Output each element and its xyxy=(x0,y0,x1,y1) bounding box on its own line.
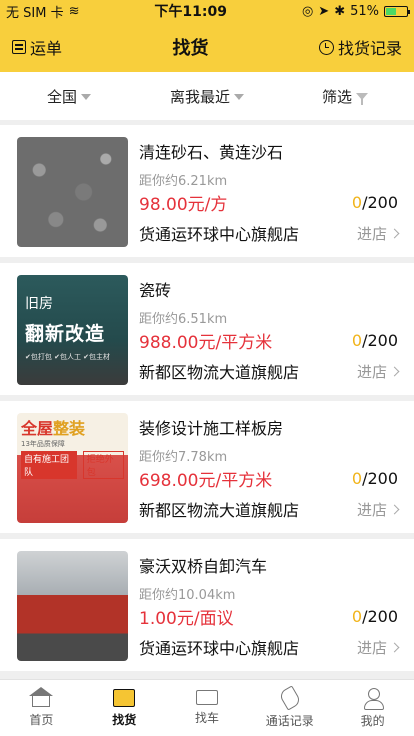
image-text: 旧房 xyxy=(25,296,53,312)
goods-stock: 0/200 xyxy=(351,607,398,626)
tab-call-log-label: 通话记录 xyxy=(265,713,314,728)
filter-distance-label: 离我最近 xyxy=(169,87,230,106)
waybill-label: 运单 xyxy=(30,39,63,58)
goods-name: 清连砂石、黄连沙石 xyxy=(139,143,284,162)
tab-home[interactable]: 首页 xyxy=(0,680,83,736)
search-history-label: 找货记录 xyxy=(337,39,402,58)
goods-distance: 距你约6.21km xyxy=(139,174,228,189)
waybill-button[interactable]: 运单 xyxy=(12,35,62,59)
goods-name: 豪沃双桥自卸汽车 xyxy=(139,557,268,576)
goods-image-gravel xyxy=(17,137,128,247)
user-icon xyxy=(363,687,384,710)
goods-image-renovation: 旧房 翻新改造 ✔包打包 ✔包人工 ✔包主材 xyxy=(17,275,128,385)
image-text: 全屋整装 xyxy=(21,419,86,438)
goods-price: 1.00元/面议 xyxy=(139,609,234,629)
goods-card[interactable]: 豪沃双桥自卸汽车 距你约10.04km 1.00元/面议 0/200 货通运环球… xyxy=(0,539,414,671)
goods-name: 瓷砖 xyxy=(139,281,172,300)
top-bar: 无 SIM 卡 ≋ 下午11:09 ◎ ➤ ✱ 51% 运单 找货 找货记录 xyxy=(0,0,414,72)
battery-percent: 51% xyxy=(350,3,379,19)
goods-image-fitout: 全屋整装 13年品质保障 自有施工团队 拒绝外包 xyxy=(17,413,128,523)
truck-icon xyxy=(195,690,218,705)
tab-call-log[interactable]: 通话记录 xyxy=(248,680,331,736)
page-title: 找货 xyxy=(172,38,209,59)
shop-name: 新都区物流大道旗舰店 xyxy=(139,363,300,382)
goods-distance: 距你约7.78km xyxy=(139,450,228,465)
phone-icon xyxy=(277,684,302,711)
filter-region-label: 全国 xyxy=(46,87,77,106)
box-icon xyxy=(113,688,136,707)
chevron-right-icon xyxy=(389,642,400,652)
tab-mine[interactable]: 我的 xyxy=(331,680,414,736)
tab-find-truck[interactable]: 找车 xyxy=(166,680,249,736)
goods-price: 698.00元/平方米 xyxy=(139,471,273,491)
tab-home-label: 首页 xyxy=(29,713,54,727)
status-bar: 无 SIM 卡 ≋ 下午11:09 ◎ ➤ ✱ 51% xyxy=(0,0,414,22)
funnel-icon xyxy=(356,92,368,105)
caret-down-icon xyxy=(81,94,91,100)
enter-shop-link[interactable]: 进店 xyxy=(357,223,400,244)
nav-bar: 运单 找货 找货记录 xyxy=(0,22,414,72)
tab-bar: 首页 找货 找车 通话记录 我的 xyxy=(0,679,414,736)
goods-card[interactable]: 旧房 翻新改造 ✔包打包 ✔包人工 ✔包主材 瓷砖 距你约6.51km 988.… xyxy=(0,263,414,395)
chevron-right-icon xyxy=(389,366,400,376)
image-text: 翻新改造 xyxy=(25,323,106,345)
goods-price: 98.00元/方 xyxy=(139,195,228,215)
image-text: ✔包打包 ✔包人工 ✔包主材 xyxy=(25,353,111,361)
goods-price: 988.00元/平方米 xyxy=(139,333,273,353)
goods-stock: 0/200 xyxy=(351,193,398,212)
goods-image-truck xyxy=(17,551,128,661)
tab-find-truck-label: 找车 xyxy=(194,711,219,725)
image-text: 自有施工团队 拒绝外包 xyxy=(21,451,124,479)
goods-distance: 距你约6.51km xyxy=(139,312,228,327)
wifi-icon: ≋ xyxy=(68,3,80,19)
goods-card[interactable]: 清连砂石、黄连沙石 距你约6.21km 98.00元/方 0/200 货通运环球… xyxy=(0,125,414,257)
filter-distance[interactable]: 离我最近 xyxy=(138,86,276,107)
image-text: 13年品质保障 xyxy=(21,440,65,448)
tab-mine-label: 我的 xyxy=(360,713,385,728)
home-icon xyxy=(29,687,54,707)
location-icon: ➤ xyxy=(318,3,330,19)
enter-shop-link[interactable]: 进店 xyxy=(357,361,400,382)
shop-name: 新都区物流大道旗舰店 xyxy=(139,501,300,520)
goods-name: 装修设计施工样板房 xyxy=(139,419,284,438)
goods-list: 清连砂石、黄连沙石 距你约6.21km 98.00元/方 0/200 货通运环球… xyxy=(0,125,414,677)
bluetooth-icon: ✱ xyxy=(334,3,346,19)
enter-shop-link[interactable]: 进店 xyxy=(357,499,400,520)
shop-name: 货通运环球中心旗舰店 xyxy=(139,639,300,658)
search-history-button[interactable]: 找货记录 xyxy=(318,35,402,59)
enter-shop-link[interactable]: 进店 xyxy=(357,637,400,658)
goods-distance: 距你约10.04km xyxy=(139,588,236,603)
carrier-label: 无 SIM 卡 xyxy=(6,5,64,21)
filter-more[interactable]: 筛选 xyxy=(276,86,414,107)
lock-rotation-icon: ◎ xyxy=(301,3,314,19)
list-icon xyxy=(12,40,26,54)
tab-find-goods[interactable]: 找货 xyxy=(83,680,166,736)
chevron-right-icon xyxy=(389,228,400,238)
status-time: 下午11:09 xyxy=(154,4,227,20)
filter-bar: 全国 离我最近 筛选 xyxy=(0,72,414,120)
battery-icon xyxy=(384,5,410,17)
tab-find-goods-label: 找货 xyxy=(112,712,137,727)
clock-icon xyxy=(318,39,334,55)
goods-card[interactable]: 全屋整装 13年品质保障 自有施工团队 拒绝外包 装修设计施工样板房 距你约7.7… xyxy=(0,401,414,533)
goods-stock: 0/200 xyxy=(351,469,398,488)
filter-more-label: 筛选 xyxy=(321,87,352,106)
goods-stock: 0/200 xyxy=(351,331,398,350)
shop-name: 货通运环球中心旗舰店 xyxy=(139,225,300,244)
filter-region[interactable]: 全国 xyxy=(0,86,138,107)
caret-down-icon xyxy=(234,94,244,100)
chevron-right-icon xyxy=(389,504,400,514)
